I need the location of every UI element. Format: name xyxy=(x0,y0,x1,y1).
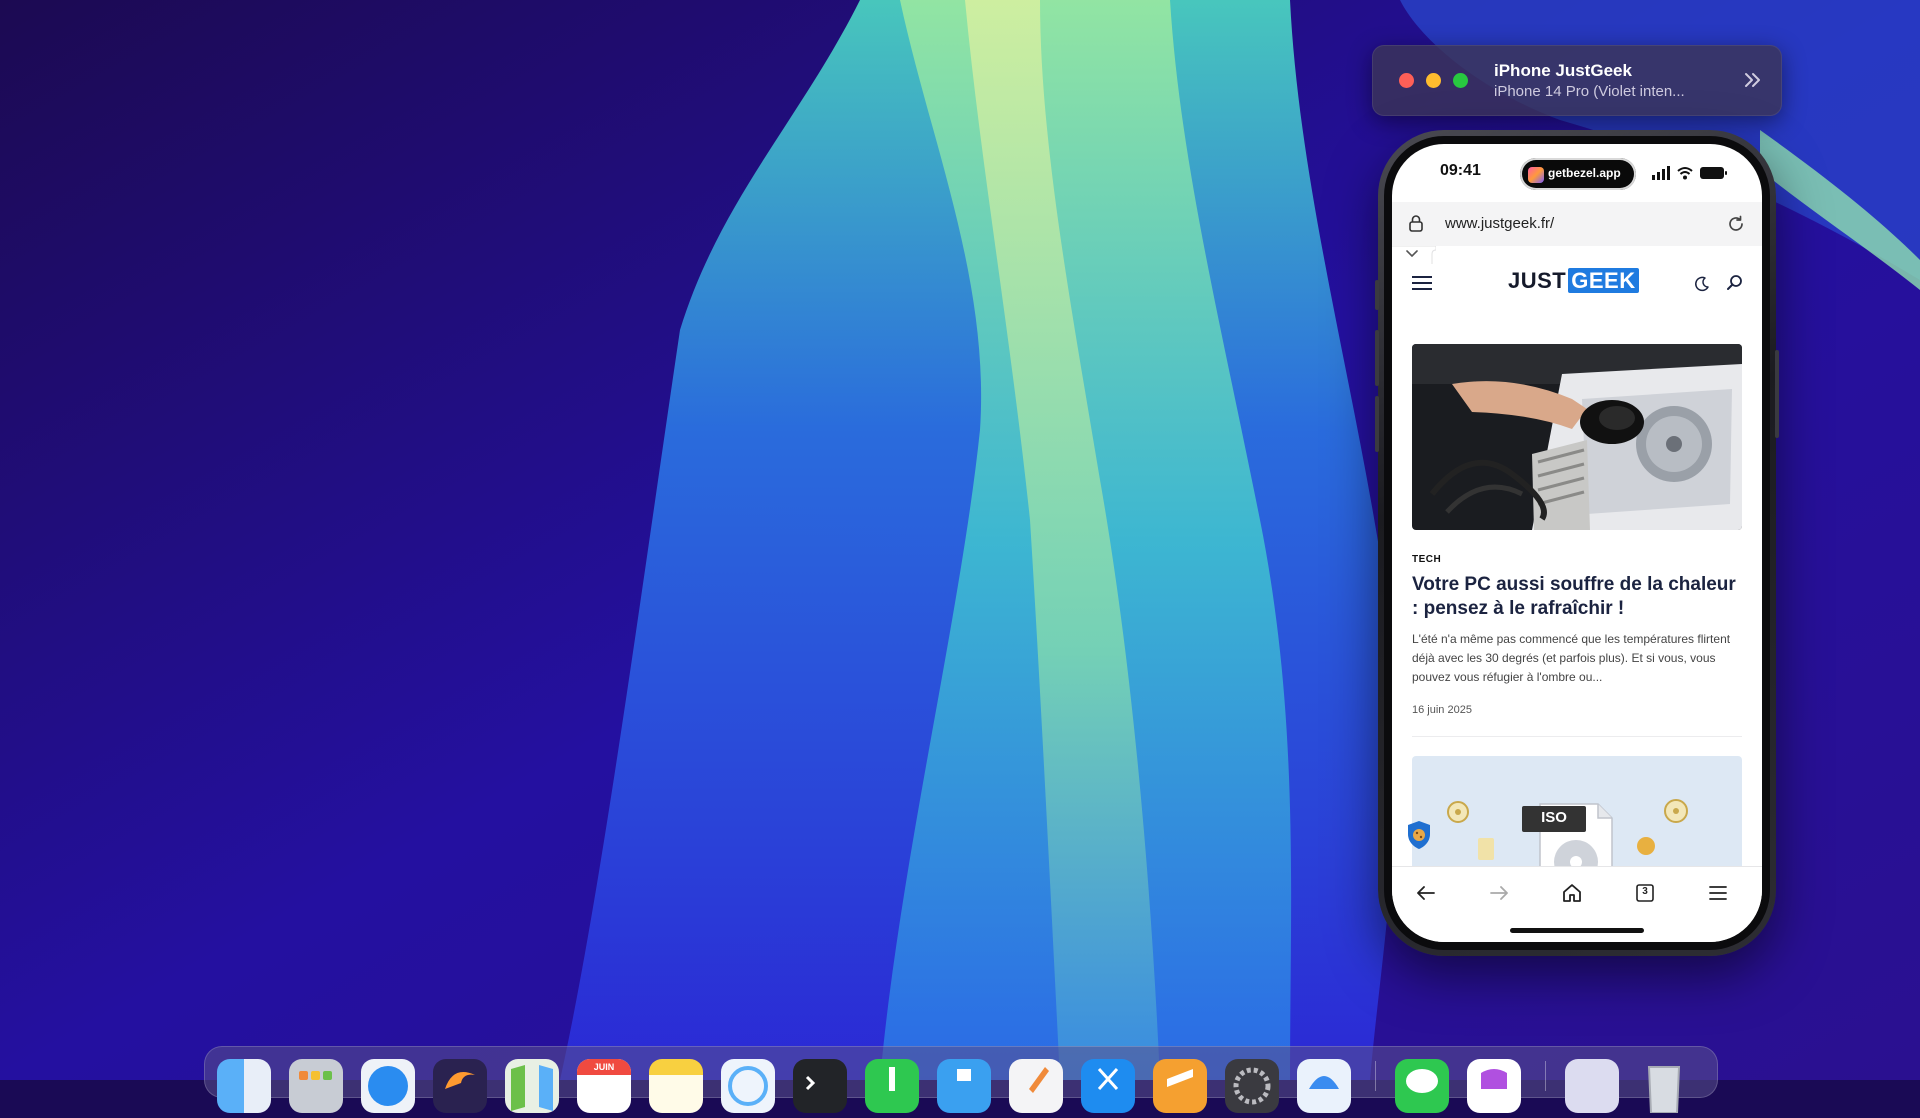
system-settings-icon[interactable] xyxy=(1225,1059,1279,1113)
safari-icon[interactable] xyxy=(361,1059,415,1113)
trash-icon[interactable] xyxy=(1637,1059,1691,1114)
chevron-double-right-icon[interactable] xyxy=(1741,68,1765,92)
keynote-icon[interactable] xyxy=(937,1059,991,1113)
status-time: 09:41 xyxy=(1440,162,1481,179)
article-title[interactable]: Votre PC aussi souffre de la chaleur : p… xyxy=(1412,573,1742,621)
home-icon[interactable] xyxy=(1560,881,1584,905)
bezel-logo-icon xyxy=(1528,167,1544,183)
arrow-forward-icon[interactable] xyxy=(1487,881,1511,905)
island-label: getbezel.app xyxy=(1548,166,1621,180)
notes-icon[interactable] xyxy=(649,1059,703,1113)
search-icon[interactable] xyxy=(1726,274,1744,292)
action-button xyxy=(1375,280,1379,310)
macos-dock: JUIN xyxy=(204,1046,1718,1114)
reload-icon[interactable] xyxy=(1726,214,1746,234)
hamburger-menu-icon[interactable] xyxy=(1706,881,1730,905)
chevron-down-icon[interactable] xyxy=(1392,246,1436,264)
close-window-button[interactable] xyxy=(1399,73,1414,88)
sublime-text-icon[interactable] xyxy=(1153,1059,1207,1113)
site-header: JUST GEEK xyxy=(1392,246,1762,312)
article-divider xyxy=(1412,736,1742,737)
volume-down-button xyxy=(1375,396,1379,452)
zoom-window-button[interactable] xyxy=(1453,73,1468,88)
second-article-image[interactable]: ISO xyxy=(1412,756,1742,876)
logo-part-just: JUST xyxy=(1508,268,1567,293)
device-model: iPhone 14 Pro (Violet inten... xyxy=(1494,83,1685,100)
device-name: iPhone JustGeek xyxy=(1494,61,1632,80)
tab-count: 3 xyxy=(1642,886,1648,897)
podcasts-icon[interactable] xyxy=(1467,1059,1521,1113)
side-power-button xyxy=(1775,350,1779,438)
lock-icon xyxy=(1409,215,1423,232)
downloads-folder-icon[interactable] xyxy=(1565,1059,1619,1113)
article-category[interactable]: TECH xyxy=(1412,554,1441,565)
signal-icon xyxy=(1652,166,1670,180)
xcode-icon[interactable] xyxy=(1081,1059,1135,1113)
cookie-shield-icon[interactable] xyxy=(1406,820,1432,850)
arrow-back-icon[interactable] xyxy=(1414,881,1438,905)
logo-part-geek: GEEK xyxy=(1568,268,1639,293)
article-excerpt: L'été n'a même pas commencé que les temp… xyxy=(1412,632,1731,684)
volume-up-button xyxy=(1375,330,1379,386)
site-logo[interactable]: JUST GEEK xyxy=(1508,268,1639,294)
iphone-screen: 09:41 getbezel.app www.justgeek.fr/ JUST… xyxy=(1392,144,1762,942)
dynamic-island: getbezel.app xyxy=(1520,158,1636,190)
dock-separator xyxy=(1375,1061,1376,1091)
terminal-icon[interactable] xyxy=(793,1059,847,1113)
url-text[interactable]: www.justgeek.fr/ xyxy=(1445,215,1554,232)
status-bar-icons xyxy=(1652,166,1727,180)
tabs-button[interactable]: 3 xyxy=(1633,881,1657,905)
system-utility-icon[interactable] xyxy=(721,1059,775,1113)
home-indicator[interactable] xyxy=(1510,928,1644,933)
launchpad-icon[interactable] xyxy=(289,1059,343,1113)
dock-separator xyxy=(1545,1061,1546,1091)
messages-icon[interactable] xyxy=(1395,1059,1449,1113)
maps-icon[interactable] xyxy=(505,1059,559,1113)
calendar-month: JUIN xyxy=(593,1062,615,1072)
pages-icon[interactable] xyxy=(1009,1059,1063,1113)
article-hero-image[interactable] xyxy=(1412,344,1742,530)
minimize-window-button[interactable] xyxy=(1426,73,1441,88)
calendar-icon[interactable]: JUIN xyxy=(577,1059,631,1113)
numbers-icon[interactable] xyxy=(865,1059,919,1113)
iso-label: ISO xyxy=(1541,809,1567,826)
battery-icon xyxy=(1700,167,1727,179)
finder-icon[interactable] xyxy=(217,1059,271,1113)
app-store-icon[interactable] xyxy=(1297,1059,1351,1113)
wifi-icon xyxy=(1677,167,1693,180)
bezel-window-titlebar[interactable]: iPhone JustGeek iPhone 14 Pro (Violet in… xyxy=(1372,45,1782,116)
hamburger-menu-icon[interactable] xyxy=(1412,274,1432,292)
article-date: 16 juin 2025 xyxy=(1412,704,1472,716)
firefox-icon[interactable] xyxy=(433,1059,487,1113)
dark-mode-moon-icon[interactable] xyxy=(1694,276,1710,292)
browser-url-bar[interactable]: www.justgeek.fr/ xyxy=(1392,202,1762,247)
